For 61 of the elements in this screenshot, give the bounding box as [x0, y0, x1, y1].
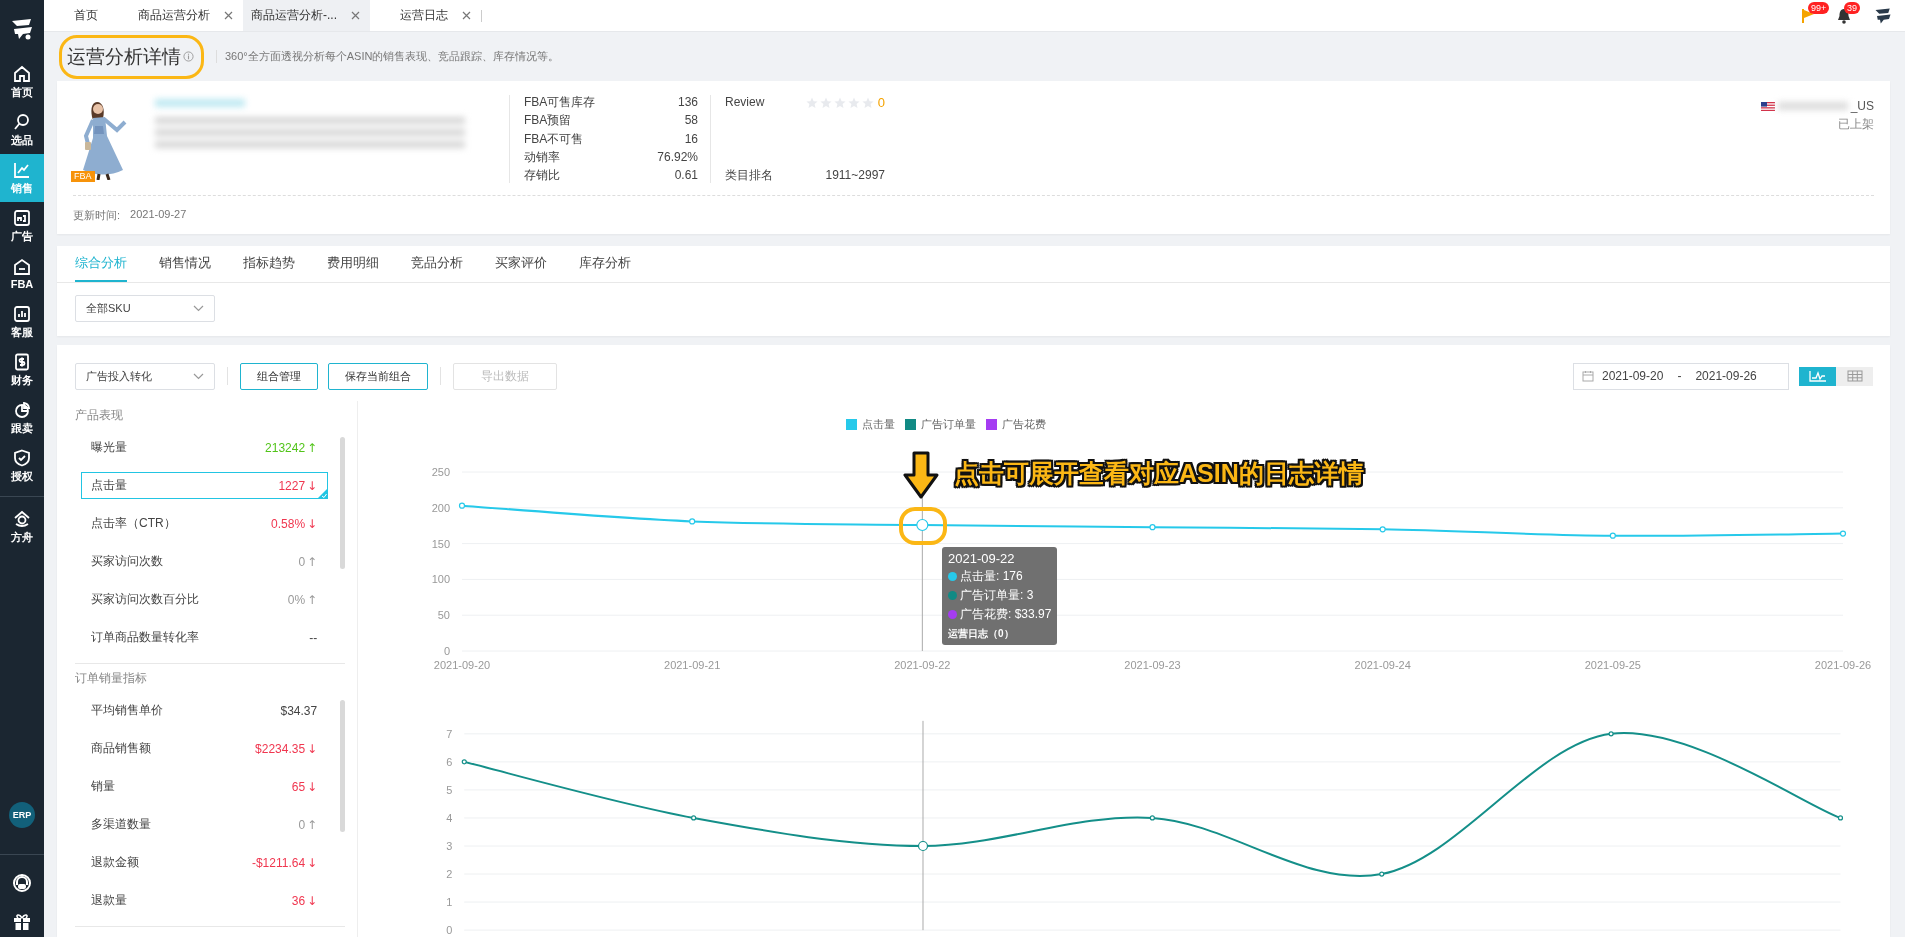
y-tick-label: 1	[446, 895, 453, 908]
stat-value: 136	[677, 95, 698, 110]
stat-label: FBA预留	[524, 113, 572, 129]
page-title: 运营分析详情	[67, 44, 181, 69]
stat-value: 76.92%	[657, 149, 698, 165]
y-tick-label: 0	[443, 644, 450, 657]
stat-label: 存销比	[524, 168, 560, 183]
x-tick-label: 2021-09-23	[1124, 658, 1181, 671]
review-label: Review	[725, 95, 765, 110]
tooltip-date: 2021-09-22	[948, 550, 1016, 566]
fba-badge: FBA	[71, 171, 95, 182]
y-tick-label: 7	[446, 727, 453, 740]
y-tick-label: 250	[431, 465, 450, 478]
tooltip-value: 点击量: 176	[960, 567, 1023, 585]
sidebar-label: 跟卖	[11, 420, 33, 436]
x-tick-label: 2021-09-22	[894, 658, 951, 671]
sidebar-label: 广告	[11, 228, 33, 244]
stat-label: 动销率	[524, 149, 560, 165]
annotation-text: 点击可展开查看对应ASIN的日志详情	[954, 457, 1364, 489]
x-tick-label: 2021-09-24	[1354, 658, 1411, 671]
y-tick-label: 3	[446, 839, 453, 852]
review-count: 0	[877, 95, 885, 110]
stat-label: FBA可售库存	[524, 95, 596, 110]
rank-value: 1911~2997	[825, 168, 885, 183]
y-tick-label: 6	[446, 755, 453, 768]
tooltip-value: 广告订单量: 3	[960, 586, 1034, 604]
page-description: 360°全方面透视分析每个ASIN的销售表现、竞品跟踪、库存情况等。	[225, 49, 560, 64]
count-badge: 39	[1844, 1, 1860, 14]
updated-date: 2021-09-27	[130, 208, 187, 222]
group-title: 产品表现	[75, 407, 124, 424]
y-tick-label: 150	[431, 537, 450, 550]
updated-label: 更新时间:	[73, 208, 121, 223]
x-tick-label: 2021-09-26	[1814, 658, 1872, 671]
y-tick-label: 100	[431, 573, 450, 586]
stat-value: 58	[684, 113, 698, 129]
x-tick-label: 2021-09-25	[1584, 658, 1641, 671]
y-tick-label: 4	[446, 811, 453, 824]
tooltip-value: 广告花费: $33.97	[960, 605, 1052, 623]
sidebar-label: 客服	[11, 324, 33, 340]
sidebar-label: 财务	[11, 372, 33, 388]
x-tick-label: 2021-09-20	[433, 658, 491, 671]
sidebar-label: 销售	[11, 180, 33, 196]
group-title: 订单销量指标	[75, 670, 148, 687]
y-tick-label: 50	[437, 609, 450, 622]
sidebar-label: 选品	[11, 132, 33, 148]
stat-label: FBA不可售	[524, 131, 584, 147]
sidebar-label: 首页	[11, 84, 33, 100]
y-tick-label: 200	[431, 501, 450, 514]
y-tick-label: 2	[446, 867, 453, 880]
sidebar-label: FBA	[10, 278, 34, 290]
store-marketplace: _US	[1850, 99, 1874, 113]
rank-label: 类目排名	[725, 168, 773, 183]
sidebar-label: 授权	[11, 468, 33, 484]
stat-value: 0.61	[674, 168, 698, 183]
count-badge: 99+	[1808, 1, 1830, 14]
stat-value: 16	[684, 131, 698, 147]
x-tick-label: 2021-09-21	[664, 658, 721, 671]
sidebar-label: 方舟	[11, 529, 33, 545]
listing-status: 已上架	[1838, 116, 1874, 133]
y-tick-label: 5	[446, 783, 453, 796]
y-tick-label: 0	[446, 924, 453, 936]
